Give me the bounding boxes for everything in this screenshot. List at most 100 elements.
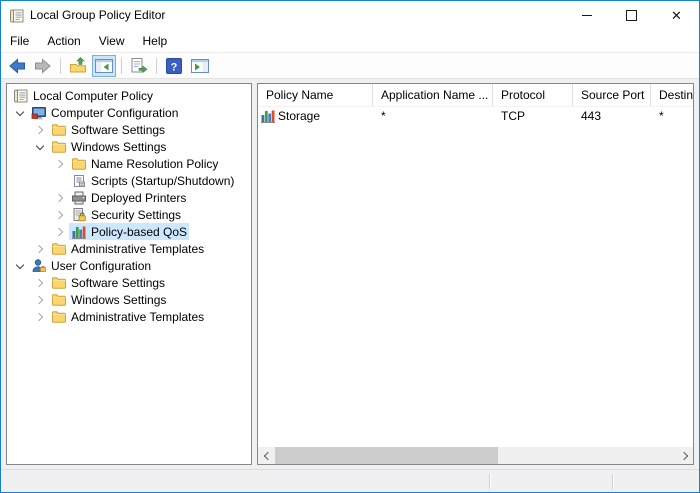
column-header-protocol[interactable]: Protocol (493, 84, 573, 106)
chevron-placeholder (51, 172, 69, 189)
computer-icon (31, 105, 47, 121)
tree-item-scripts[interactable]: Scripts (Startup/Shutdown) (7, 172, 251, 189)
export-list-button[interactable] (127, 55, 151, 77)
minimize-button[interactable] (564, 1, 609, 30)
tree-item-label: Windows Settings (67, 140, 166, 154)
tree-item-name-resolution-policy[interactable]: Name Resolution Policy (7, 155, 251, 172)
tree-item-label: Administrative Templates (67, 310, 204, 324)
tree-item-label: Scripts (Startup/Shutdown) (87, 174, 234, 188)
status-bar-divider (489, 474, 491, 489)
gpo-scroll-icon (9, 8, 25, 24)
tree-item-policy-based-qos[interactable]: Policy-based QoS (7, 223, 251, 240)
main-area: Local Computer Policy Computer Configura… (1, 79, 699, 469)
show-action-pane-icon (190, 56, 210, 76)
tree-item-deployed-printers[interactable]: Deployed Printers (7, 189, 251, 206)
tree-item-user-administrative-templates[interactable]: Administrative Templates (7, 308, 251, 325)
user-icon (31, 258, 47, 274)
chevron-right-icon[interactable] (31, 308, 49, 325)
chevron-right-icon[interactable] (31, 121, 49, 138)
tree-item-label: Windows Settings (67, 293, 166, 307)
menu-view[interactable]: View (90, 31, 134, 52)
chevron-right-icon[interactable] (51, 206, 69, 223)
source-port-cell: 443 (573, 109, 651, 123)
close-button[interactable]: ✕ (654, 1, 699, 30)
application-name-cell: * (373, 109, 493, 123)
chevron-right-icon[interactable] (31, 291, 49, 308)
folder-icon (71, 156, 87, 172)
scrollbar-thumb[interactable] (275, 447, 498, 464)
title-bar[interactable]: Local Group Policy Editor ✕ (1, 1, 699, 30)
security-icon (71, 207, 87, 223)
tree-item-label: Software Settings (67, 276, 165, 290)
up-one-level-button[interactable] (66, 55, 90, 77)
list-header: Policy Name Application Name ... Protoco… (258, 84, 693, 107)
tree-item-label: Software Settings (67, 123, 165, 137)
help-icon: ? (164, 56, 184, 76)
scroll-right-arrow-icon[interactable] (676, 447, 693, 464)
tree-item-label: Computer Configuration (47, 106, 178, 120)
folder-icon (51, 122, 67, 138)
menu-help[interactable]: Help (134, 31, 177, 52)
tree-item-label: Security Settings (87, 208, 181, 222)
qos-chart-icon (260, 108, 276, 124)
scroll-left-arrow-icon[interactable] (258, 447, 275, 464)
tree-item-software-settings[interactable]: Software Settings (7, 121, 251, 138)
toolbar: ? (1, 53, 699, 79)
maximize-button[interactable] (609, 1, 654, 30)
tree-item-administrative-templates[interactable]: Administrative Templates (7, 240, 251, 257)
toolbar-separator (60, 58, 61, 74)
minimize-icon (582, 15, 592, 16)
chevron-down-icon[interactable] (31, 138, 49, 155)
menu-file[interactable]: File (1, 31, 38, 52)
protocol-cell: TCP (493, 109, 573, 123)
tree-item-label: User Configuration (47, 259, 151, 273)
tree-item-user-software-settings[interactable]: Software Settings (7, 274, 251, 291)
help-button[interactable]: ? (162, 55, 186, 77)
tree-item-label: Policy-based QoS (87, 225, 187, 239)
tree-item-security-settings[interactable]: Security Settings (7, 206, 251, 223)
policy-name-value: Storage (278, 109, 320, 123)
column-header-destination[interactable]: Destinat (651, 84, 693, 106)
tree-item-local-computer-policy[interactable]: Local Computer Policy (7, 87, 251, 104)
column-header-source-port[interactable]: Source Port (573, 84, 651, 106)
list-row-storage[interactable]: Storage * TCP 443 * (258, 107, 693, 125)
qos-chart-icon (71, 224, 87, 240)
gpo-scroll-icon (13, 88, 29, 104)
back-button[interactable] (5, 55, 29, 77)
show-console-tree-button[interactable] (92, 55, 116, 77)
tree-item-label: Deployed Printers (87, 191, 186, 205)
chevron-down-icon[interactable] (11, 104, 29, 121)
menu-action[interactable]: Action (38, 31, 89, 52)
chevron-down-icon[interactable] (11, 257, 29, 274)
results-list-pane: Policy Name Application Name ... Protoco… (257, 83, 694, 465)
folder-icon (51, 309, 67, 325)
column-header-application-name[interactable]: Application Name ... (373, 84, 493, 106)
list-body: Storage * TCP 443 * (258, 107, 693, 447)
back-arrow-icon (7, 56, 27, 76)
tree-item-label: Name Resolution Policy (87, 157, 218, 171)
maximize-icon (626, 10, 637, 21)
chevron-right-icon[interactable] (31, 240, 49, 257)
folder-icon (51, 139, 67, 155)
status-bar (1, 469, 699, 492)
window-title: Local Group Policy Editor (30, 1, 564, 30)
folder-icon (51, 241, 67, 257)
scrollbar-track[interactable] (275, 447, 676, 464)
column-header-policy-name[interactable]: Policy Name (258, 84, 373, 106)
chevron-right-icon[interactable] (51, 155, 69, 172)
menu-bar: File Action View Help (1, 30, 699, 53)
status-bar-divider (612, 474, 614, 489)
chevron-right-icon[interactable] (51, 189, 69, 206)
tree-item-user-configuration[interactable]: User Configuration (7, 257, 251, 274)
tree-item-user-windows-settings[interactable]: Windows Settings (7, 291, 251, 308)
tree-item-windows-settings[interactable]: Windows Settings (7, 138, 251, 155)
chevron-right-icon[interactable] (51, 223, 69, 240)
selected-tree-node[interactable]: Policy-based QoS (69, 223, 189, 240)
show-action-pane-button[interactable] (188, 55, 212, 77)
chevron-right-icon[interactable] (31, 274, 49, 291)
forward-button[interactable] (31, 55, 55, 77)
tree-item-computer-configuration[interactable]: Computer Configuration (7, 104, 251, 121)
folder-icon (51, 292, 67, 308)
horizontal-scrollbar[interactable] (258, 447, 693, 464)
local-group-policy-editor-window: Local Group Policy Editor ✕ File Action … (0, 0, 700, 493)
